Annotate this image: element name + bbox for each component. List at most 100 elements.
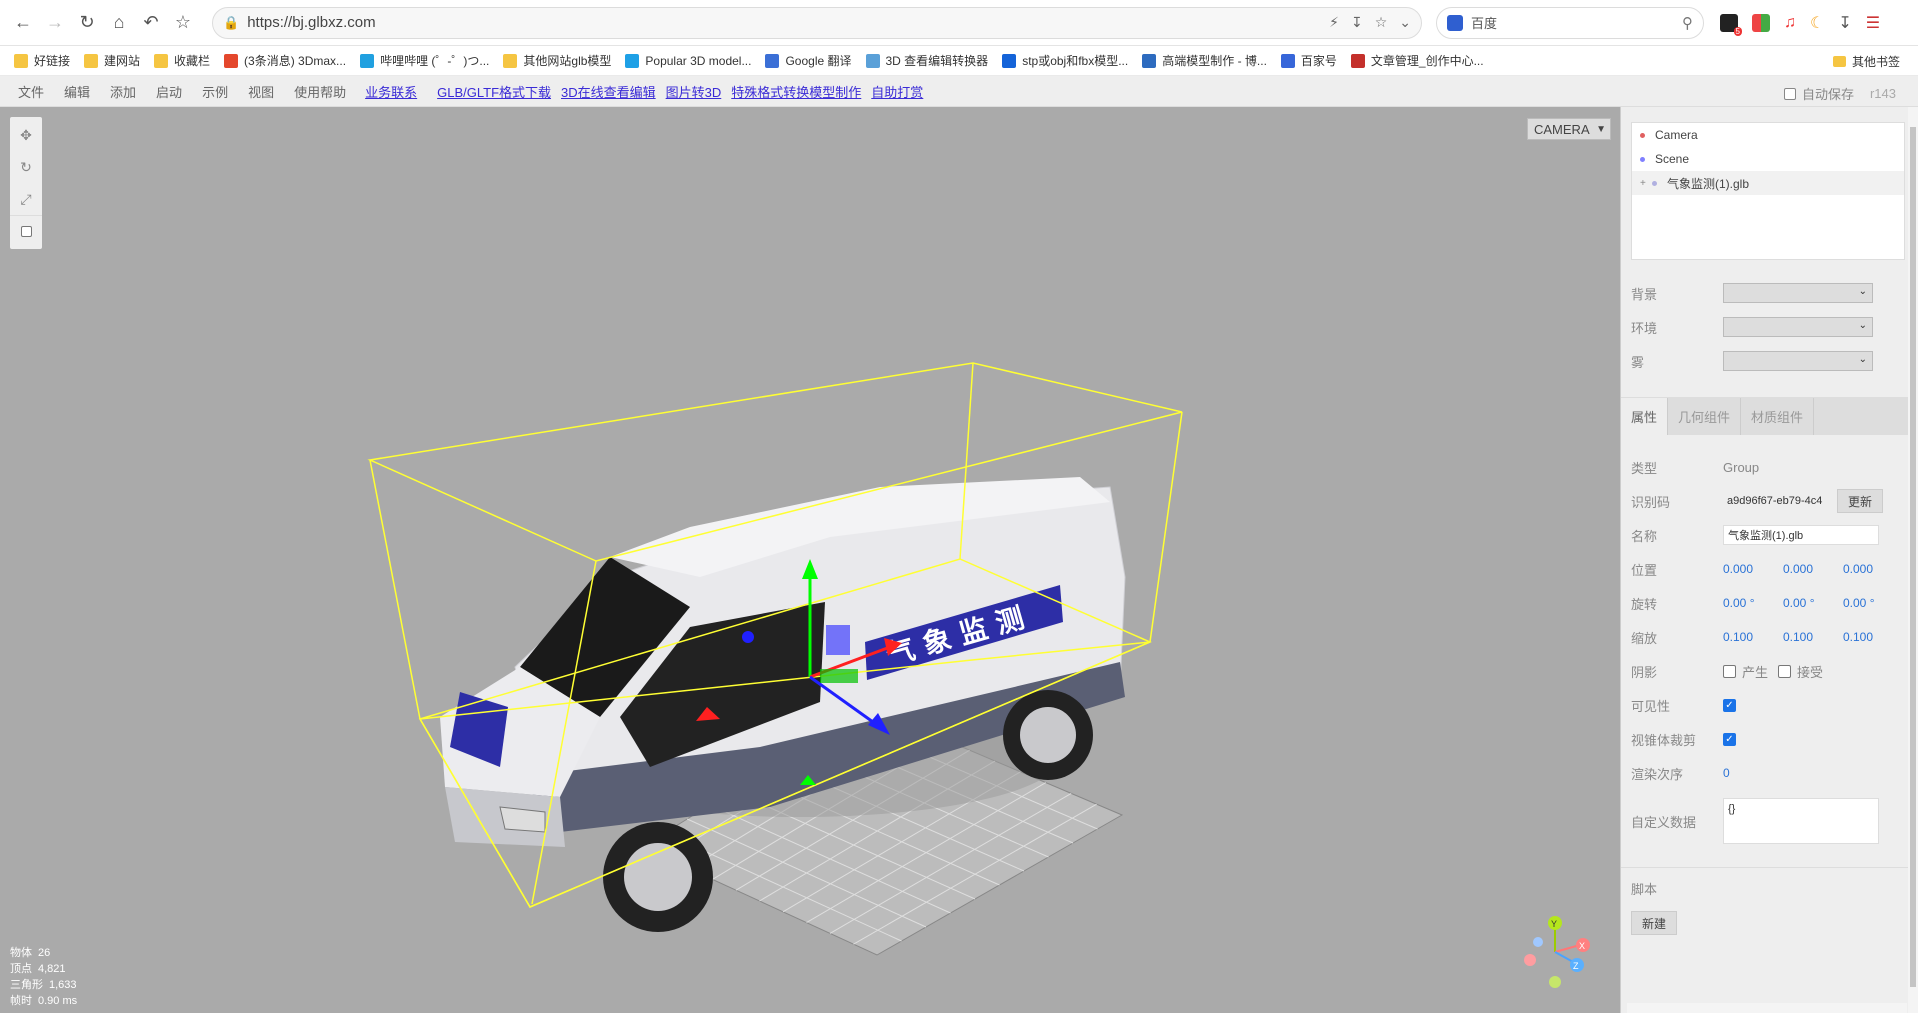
visible-checkbox[interactable]: ✓ xyxy=(1723,698,1736,712)
outliner-item[interactable]: Scene xyxy=(1632,147,1904,171)
bookmark-icon xyxy=(84,53,99,68)
autosave-toggle[interactable]: 自动保存 r143 xyxy=(1783,84,1896,103)
render-info-value: 26 xyxy=(38,947,51,959)
tab-geometry[interactable]: 几何组件 xyxy=(1668,398,1742,435)
rotation-y[interactable]: 0.00 ° xyxy=(1783,596,1819,610)
bookmark-other[interactable]: 其他书签 xyxy=(1832,53,1900,70)
bookmark-item[interactable]: 收藏栏 xyxy=(154,52,210,69)
expand-icon[interactable]: + xyxy=(1640,178,1652,189)
reload-icon[interactable]: ↻ xyxy=(72,8,102,38)
render-info-label: 物体 xyxy=(10,947,32,959)
fog-select[interactable]: ⌄ xyxy=(1723,351,1873,371)
apps-icon[interactable] xyxy=(1752,13,1770,32)
menu-link[interactable]: GLB/GLTF格式下载 xyxy=(432,82,556,101)
menu-link[interactable]: 特殊格式转换模型制作 xyxy=(726,82,866,101)
bookmark-item[interactable]: 好链接 xyxy=(14,52,70,69)
background-select[interactable]: ⌄ xyxy=(1723,283,1873,303)
download-icon[interactable]: ↧ xyxy=(1351,14,1363,31)
menu-icon[interactable]: ☰ xyxy=(1866,13,1880,33)
bookmark-item[interactable]: 百家号 xyxy=(1280,52,1337,69)
favorite-icon[interactable]: ☆ xyxy=(1375,14,1388,31)
menu-link[interactable]: 业务联系 xyxy=(360,82,422,101)
bookmark-item[interactable]: 建网站 xyxy=(84,52,140,69)
outliner-item[interactable]: + 气象监测(1).glb xyxy=(1632,171,1904,195)
scale-y[interactable]: 0.100 xyxy=(1783,630,1819,644)
bookmark-item[interactable]: 哔哩哔哩 (゜-゜)つ... xyxy=(360,52,489,69)
lightning-icon[interactable]: ⚡ xyxy=(1329,14,1339,31)
menu-item[interactable]: 添加 xyxy=(100,82,146,101)
bookmark-icon xyxy=(14,53,28,68)
scale-z[interactable]: 0.100 xyxy=(1843,630,1879,644)
scrollbar-thumb[interactable] xyxy=(1910,127,1916,987)
name-row: 名称 气象监测(1).glb xyxy=(1631,521,1909,549)
cast-shadow-checkbox[interactable] xyxy=(1723,664,1736,678)
viewport[interactable]: ✥ ↻ ⤢ 气 象 监 测 Y X Z CAMERA ▼ 物体 26 顶点 4,… xyxy=(0,107,1620,1013)
rotation-x[interactable]: 0.00 ° xyxy=(1723,596,1759,610)
uuid-field[interactable]: a9d96f67-eb79-4c4 xyxy=(1723,491,1831,511)
menu-item[interactable]: 编辑 xyxy=(54,82,100,101)
bookmark-label: Popular 3D model... xyxy=(645,53,752,68)
rotation-row: 旋转 0.00 ° 0.00 ° 0.00 ° xyxy=(1631,589,1909,617)
home-icon[interactable]: ⌂ xyxy=(104,8,134,38)
environment-select[interactable]: ⌄ xyxy=(1723,317,1873,337)
outliner-label: Scene xyxy=(1655,152,1690,166)
renew-uuid-button[interactable]: 更新 xyxy=(1837,489,1884,513)
undo-icon[interactable]: ↶ xyxy=(136,8,166,38)
search-box[interactable]: 百度 ⚲ xyxy=(1436,6,1704,39)
position-x[interactable]: 0.000 xyxy=(1723,562,1759,576)
bookmark-item[interactable]: stp或obj和fbx模型... xyxy=(1002,52,1128,69)
bookmark-item[interactable]: (3条消息) 3Dmax... xyxy=(224,52,346,69)
url-text[interactable]: https://bj.glbxz.com xyxy=(247,14,1329,31)
frustum-checkbox[interactable]: ✓ xyxy=(1723,732,1736,746)
bookmark-icon xyxy=(865,53,880,68)
scene-outliner[interactable]: Camera Scene + 气象监测(1).glb xyxy=(1631,122,1905,260)
bookmark-item[interactable]: 高端模型制作 - 博... xyxy=(1142,52,1267,69)
menu-item[interactable]: 文件 xyxy=(8,82,54,101)
render-info: 物体 26 顶点 4,821 三角形 1,633 帧时 0.90 ms xyxy=(10,945,77,1009)
menu-link[interactable]: 图片转3D xyxy=(661,82,727,101)
bookmark-item[interactable]: 文章管理_创作中心... xyxy=(1350,52,1484,69)
position-y[interactable]: 0.000 xyxy=(1783,562,1819,576)
back-icon[interactable]: ← xyxy=(8,8,38,38)
rotation-z[interactable]: 0.00 ° xyxy=(1843,596,1879,610)
moon-icon[interactable]: ☾ xyxy=(1810,13,1824,33)
name-field[interactable]: 气象监测(1).glb xyxy=(1723,525,1879,545)
outliner-item[interactable]: Camera xyxy=(1632,123,1904,147)
camera-select[interactable]: CAMERA ▼ xyxy=(1527,118,1611,140)
search-icon[interactable]: ⚲ xyxy=(1682,14,1693,32)
star-icon[interactable]: ☆ xyxy=(168,8,198,38)
menu-link[interactable]: 自助打赏 xyxy=(866,82,928,101)
userdata-textarea[interactable]: {} xyxy=(1723,798,1879,844)
receive-shadow-checkbox[interactable] xyxy=(1778,664,1792,678)
render-order-value[interactable]: 0 xyxy=(1723,766,1759,780)
menu-item[interactable]: 示例 xyxy=(192,82,238,101)
extension-icon[interactable]: 5 xyxy=(1720,13,1742,36)
downloads-icon[interactable]: ↧ xyxy=(1838,13,1851,33)
chevron-down-icon[interactable]: ⌄ xyxy=(1399,14,1411,31)
music-icon[interactable]: ♫ xyxy=(1784,14,1796,32)
bookmark-item[interactable]: 3D 查看编辑转换器 xyxy=(865,52,988,69)
menu-item[interactable]: 使用帮助 xyxy=(284,82,356,101)
editor-menubar: 文件 编辑 添加 启动 示例 视图 使用帮助 业务联系 GLB/GLTF格式下载 3D在线查看编辑… xyxy=(0,76,1918,107)
axes-helper: Y X Z xyxy=(1524,916,1590,988)
sidebar-scrollbar[interactable] xyxy=(1908,107,1918,1013)
tab-object[interactable]: 属性 xyxy=(1621,398,1669,435)
bookmark-item[interactable]: Google 翻译 xyxy=(765,52,852,69)
sidebar-horizontal-scrollbar[interactable] xyxy=(1627,1003,1907,1013)
menu-item[interactable]: 启动 xyxy=(146,82,192,101)
tab-material[interactable]: 材质组件 xyxy=(1741,398,1815,435)
new-script-button[interactable]: 新建 xyxy=(1631,911,1678,935)
scene-canvas[interactable]: 气 象 监 测 Y X Z xyxy=(0,107,1620,1013)
bookmark-item[interactable]: Popular 3D model... xyxy=(625,53,752,68)
environment-row: 环境 ⌄ xyxy=(1631,313,1909,341)
scale-x[interactable]: 0.100 xyxy=(1723,630,1759,644)
search-input[interactable]: 百度 xyxy=(1471,13,1682,32)
nav-buttons: ← → ↻ ⌂ ↶ ☆ xyxy=(8,8,198,38)
menu-link[interactable]: 3D在线查看编辑 xyxy=(556,82,661,101)
menu-item[interactable]: 视图 xyxy=(238,82,284,101)
position-z[interactable]: 0.000 xyxy=(1843,562,1879,576)
url-bar[interactable]: 🔒 https://bj.glbxz.com ⚡ ↧ ☆ ⌄ xyxy=(212,6,1422,39)
bookmark-item[interactable]: 其他网站glb模型 xyxy=(503,52,611,69)
autosave-checkbox[interactable] xyxy=(1783,87,1796,100)
forward-icon[interactable]: → xyxy=(40,8,70,38)
